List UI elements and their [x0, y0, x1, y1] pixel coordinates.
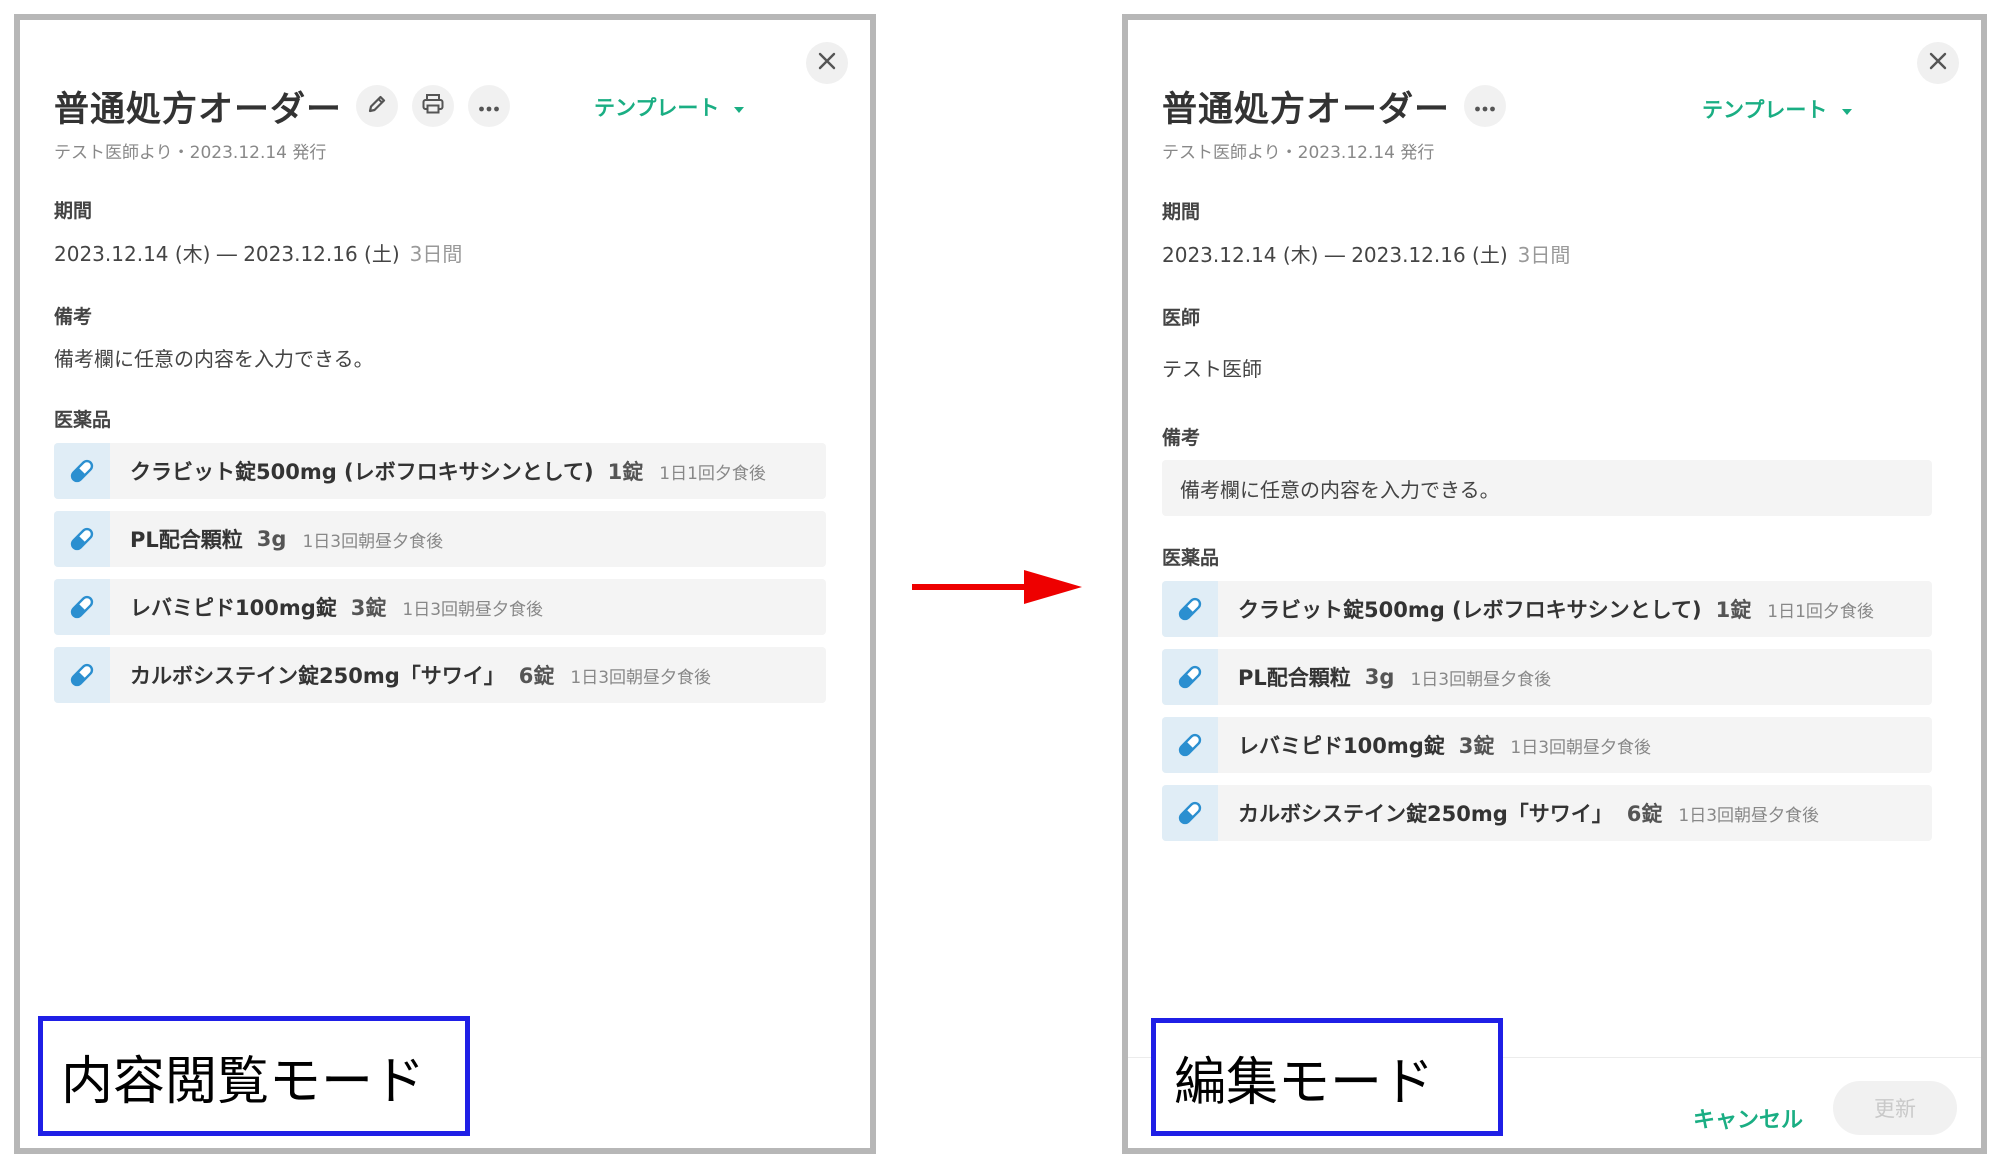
close-button[interactable]	[806, 42, 848, 84]
doctor-label: 医師	[1162, 307, 1201, 329]
cancel-button[interactable]: キャンセル	[1693, 1102, 1803, 1134]
medication-name: カルボシステイン錠250mg「サワイ」	[1238, 802, 1613, 826]
page-title: 普通処方オーダー	[54, 89, 343, 130]
printer-icon	[421, 93, 445, 119]
template-dropdown[interactable]: テンプレート	[1702, 94, 1853, 124]
pill-icon	[1162, 649, 1218, 705]
pill-icon	[54, 579, 110, 635]
medication-row[interactable]: カルボシステイン錠250mg「サワイ」 6錠 1日3回朝昼夕食後	[1162, 785, 1932, 841]
view-mode-dialog: 普通処方オーダー テンプレート テスト医師より・2023.12.14 発行 期間…	[14, 14, 876, 1154]
close-icon	[1928, 51, 1948, 75]
pill-icon	[1162, 717, 1218, 773]
close-icon	[817, 51, 837, 75]
more-icon	[478, 97, 500, 116]
medication-row[interactable]: クラビット錠500mg (レボフロキサシンとして) 1錠 1日1回夕食後	[54, 443, 826, 499]
pill-icon	[1162, 785, 1218, 841]
transition-arrow	[910, 568, 1084, 610]
pencil-icon	[366, 93, 388, 119]
medication-usage: 1日3回朝昼夕食後	[1410, 669, 1552, 690]
medication-usage: 1日1回夕食後	[659, 463, 766, 484]
template-label: テンプレート	[594, 96, 720, 120]
update-button[interactable]: 更新	[1833, 1081, 1957, 1135]
note-label: 備考	[54, 306, 93, 328]
medication-usage: 1日3回朝昼夕食後	[302, 531, 444, 552]
pill-icon	[54, 647, 110, 703]
caret-down-icon	[1841, 97, 1853, 121]
caret-down-icon	[733, 95, 745, 119]
period-value: 2023.12.14 (木) ― 2023.12.16 (土)	[54, 242, 400, 266]
medication-qty: 3錠	[350, 596, 387, 620]
more-button[interactable]	[468, 85, 511, 127]
medication-name: PL配合顆粒	[1238, 666, 1351, 690]
template-dropdown[interactable]: テンプレート	[594, 92, 745, 122]
edit-mode-dialog: 普通処方オーダー テンプレート テスト医師より・2023.12.14 発行 期間…	[1122, 14, 1987, 1154]
period-value-row: 2023.12.14 (木) ― 2023.12.16 (土) 3日間	[1162, 239, 1570, 268]
close-button[interactable]	[1917, 42, 1959, 84]
edit-mode-caption: 編集モード	[1151, 1018, 1503, 1136]
period-label: 期間	[54, 200, 93, 222]
page-title: 普通処方オーダー	[1162, 89, 1451, 130]
period-value-row: 2023.12.14 (木) ― 2023.12.16 (土) 3日間	[54, 238, 462, 267]
medication-row[interactable]: PL配合顆粒 3g 1日3回朝昼夕食後	[1162, 649, 1932, 705]
medication-name: カルボシステイン錠250mg「サワイ」	[130, 664, 505, 688]
medication-usage: 1日1回夕食後	[1767, 601, 1874, 622]
title-row: 普通処方オーダー	[1162, 78, 1507, 134]
medication-name: クラビット錠500mg (レボフロキサシンとして)	[1238, 598, 1702, 622]
medication-usage: 1日3回朝昼夕食後	[570, 667, 712, 688]
medication-qty: 3錠	[1458, 734, 1495, 758]
pill-icon	[54, 443, 110, 499]
period-value: 2023.12.14 (木) ― 2023.12.16 (土)	[1162, 243, 1508, 267]
medication-qty: 3g	[256, 527, 287, 551]
doctor-value[interactable]: テスト医師	[1162, 353, 1262, 382]
medication-qty: 6錠	[1626, 802, 1663, 826]
medication-row[interactable]: クラビット錠500mg (レボフロキサシンとして) 1錠 1日1回夕食後	[1162, 581, 1932, 637]
issue-info: テスト医師より・2023.12.14 発行	[1162, 143, 1435, 163]
medication-usage: 1日3回朝昼夕食後	[402, 599, 544, 620]
meds-label: 医薬品	[1162, 547, 1220, 569]
pill-icon	[1162, 581, 1218, 637]
medication-name: レバミピド100mg錠	[1238, 734, 1445, 758]
note-value: 備考欄に任意の内容を入力できる。	[54, 347, 374, 371]
medication-name: クラビット錠500mg (レボフロキサシンとして)	[130, 460, 594, 484]
medication-list: クラビット錠500mg (レボフロキサシンとして) 1錠 1日1回夕食後 PL配…	[54, 443, 826, 715]
issue-info: テスト医師より・2023.12.14 発行	[54, 143, 327, 163]
edit-button[interactable]	[356, 85, 399, 127]
medication-usage: 1日3回朝昼夕食後	[1510, 737, 1652, 758]
medication-qty: 3g	[1364, 665, 1395, 689]
medication-row[interactable]: レバミピド100mg錠 3錠 1日3回朝昼夕食後	[1162, 717, 1932, 773]
more-icon	[1474, 97, 1496, 116]
medication-row[interactable]: PL配合顆粒 3g 1日3回朝昼夕食後	[54, 511, 826, 567]
template-label: テンプレート	[1702, 98, 1828, 122]
medication-qty: 1錠	[1715, 598, 1752, 622]
note-label: 備考	[1162, 427, 1201, 449]
period-days: 3日間	[1517, 243, 1571, 267]
medication-list: クラビット錠500mg (レボフロキサシンとして) 1錠 1日1回夕食後 PL配…	[1162, 581, 1932, 853]
medication-name: レバミピド100mg錠	[130, 596, 337, 620]
more-button[interactable]	[1464, 85, 1507, 127]
view-mode-caption: 内容閲覧モード	[38, 1016, 470, 1136]
medication-row[interactable]: レバミピド100mg錠 3錠 1日3回朝昼夕食後	[54, 579, 826, 635]
period-label: 期間	[1162, 201, 1201, 223]
note-input[interactable]: 備考欄に任意の内容を入力できる。	[1162, 460, 1932, 516]
title-row: 普通処方オーダー	[54, 78, 511, 134]
medication-qty: 6錠	[518, 664, 555, 688]
meds-label: 医薬品	[54, 409, 112, 431]
medication-row[interactable]: カルボシステイン錠250mg「サワイ」 6錠 1日3回朝昼夕食後	[54, 647, 826, 703]
period-days: 3日間	[409, 242, 463, 266]
medication-usage: 1日3回朝昼夕食後	[1678, 805, 1820, 826]
pill-icon	[54, 511, 110, 567]
medication-qty: 1錠	[607, 460, 644, 484]
print-button[interactable]	[412, 85, 455, 127]
medication-name: PL配合顆粒	[130, 528, 243, 552]
